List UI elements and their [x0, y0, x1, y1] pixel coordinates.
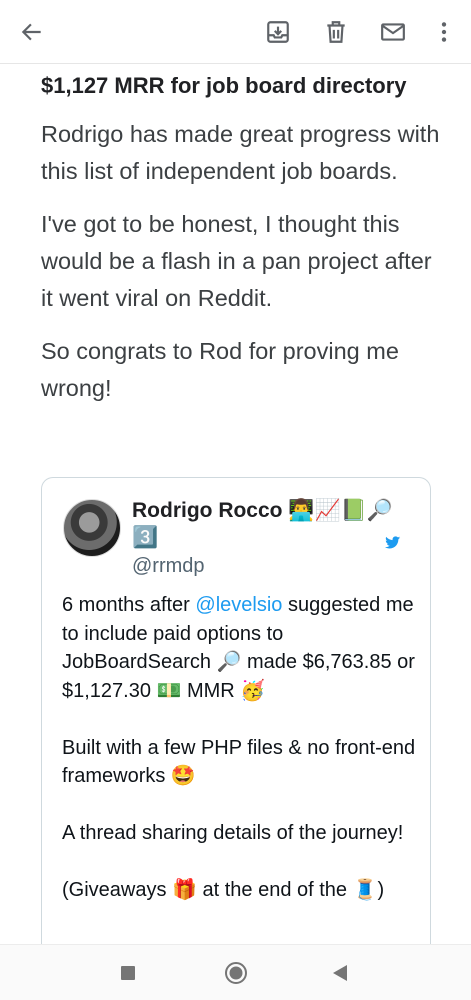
nav-back-button[interactable]	[328, 961, 352, 985]
email-paragraph-1: Rodrigo has made great progress with thi…	[41, 121, 440, 184]
system-nav-bar	[0, 944, 471, 1000]
back-button[interactable]	[12, 12, 52, 52]
embedded-tweet[interactable]: Rodrigo Rocco 👨‍💻📈📗🔎3️⃣ @rrmdp 6 months …	[41, 477, 431, 997]
home-button[interactable]	[224, 961, 248, 985]
back-triangle-icon	[333, 965, 347, 981]
archive-button[interactable]	[258, 12, 298, 52]
email-toolbar	[0, 0, 471, 64]
back-icon	[21, 23, 41, 41]
tweet-paragraph-1: 6 months after @levelsio suggested me to…	[62, 591, 422, 705]
home-circle-icon	[225, 962, 247, 984]
delete-icon	[327, 21, 345, 43]
tweet-text: 6 months after @levelsio suggested me to…	[62, 591, 422, 933]
square-icon	[121, 966, 135, 980]
avatar[interactable]	[63, 499, 121, 557]
mail-icon	[381, 23, 405, 41]
twitter-bird-icon	[385, 536, 401, 549]
email-paragraph-3: So congrats to Rod for proving me wrong!	[41, 338, 399, 401]
delete-button[interactable]	[316, 12, 356, 52]
recents-button[interactable]	[116, 961, 140, 985]
more-options-button[interactable]	[424, 12, 464, 52]
mention-link[interactable]: @levelsio	[195, 594, 282, 616]
tweet-paragraph-4: (Giveaways 🎁 at the end of the 🧵)	[62, 879, 385, 901]
tweet-text-segment: 6 months after	[62, 594, 196, 616]
more-vert-icon	[441, 22, 447, 42]
email-body: $1,127 MRR for job board directory Rodri…	[41, 64, 441, 407]
archive-icon	[267, 21, 289, 43]
email-headline: $1,127 MRR for job board directory	[41, 73, 407, 98]
author-name-text: Rodrigo Rocco	[132, 499, 283, 522]
email-paragraph-2: I've got to be honest, I thought this wo…	[41, 211, 432, 311]
tweet-paragraph-2: Built with a few PHP files & no front-en…	[62, 736, 416, 788]
tweet-paragraph-3: A thread sharing details of the journey!	[62, 822, 404, 844]
tweet-handle[interactable]: @rrmdp	[132, 555, 205, 578]
mark-unread-button[interactable]	[373, 12, 413, 52]
tweet-author-name[interactable]: Rodrigo Rocco 👨‍💻📈📗🔎3️⃣	[132, 497, 412, 551]
